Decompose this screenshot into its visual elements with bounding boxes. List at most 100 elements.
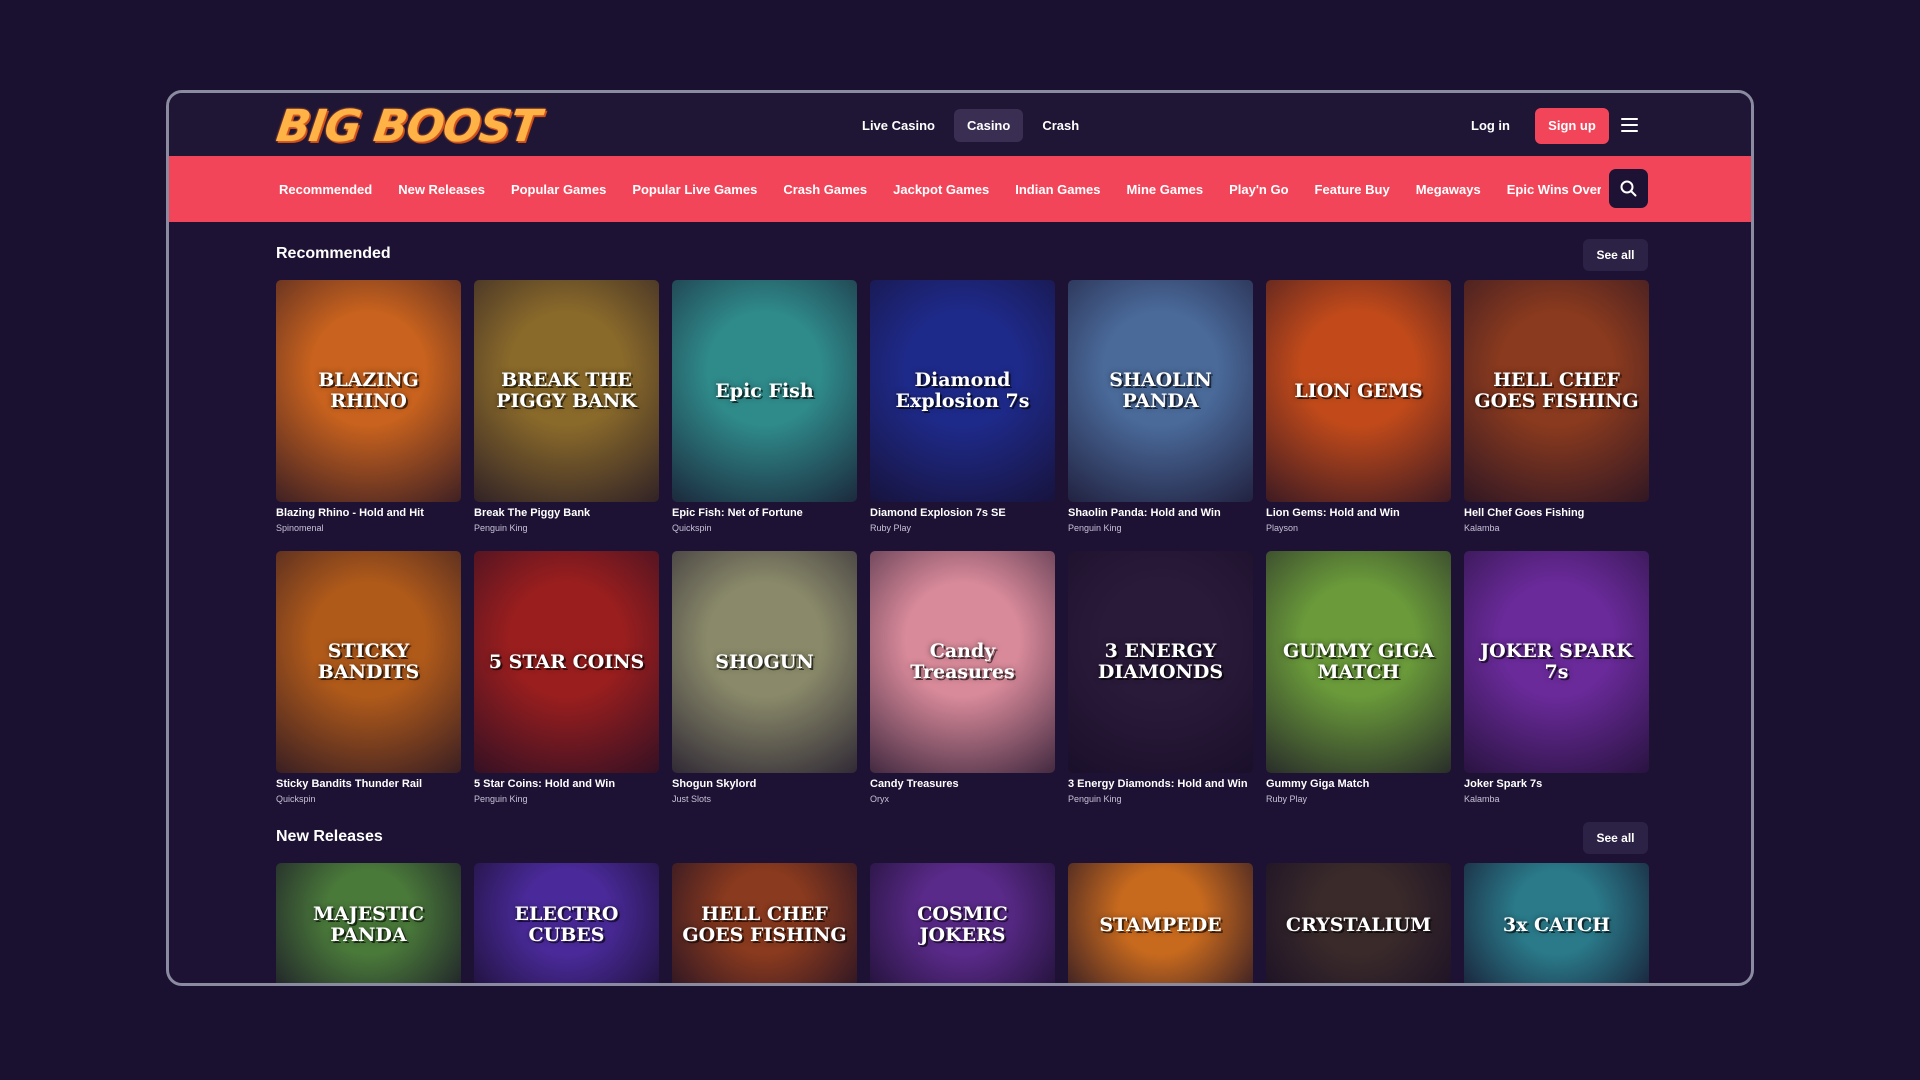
game-thumbnail[interactable]: 3x CATCH <box>1464 863 1649 983</box>
game-title[interactable]: Hell Chef Goes Fishing <box>1464 507 1649 519</box>
category-playn-go[interactable]: Play'n Go <box>1229 182 1288 197</box>
nav-crash[interactable]: Crash <box>1029 109 1092 142</box>
see-all-recommended-button[interactable]: See all <box>1583 239 1648 271</box>
game-thumbnail[interactable]: 3 ENERGY DIAMONDS <box>1068 551 1253 773</box>
game-logo-art: BLAZING RHINO <box>318 369 419 412</box>
game-logo-art: 3 ENERGY DIAMONDS <box>1097 640 1224 683</box>
category-feature-buy[interactable]: Feature Buy <box>1315 182 1390 197</box>
game-title[interactable]: 3 Energy Diamonds: Hold and Win <box>1068 778 1253 790</box>
game-thumbnail[interactable]: COSMIC JOKERS <box>870 863 1055 983</box>
game-logo-art: STICKY BANDITS <box>317 640 420 683</box>
game-title[interactable]: Epic Fish: Net of Fortune <box>672 507 857 519</box>
game-thumbnail[interactable]: Diamond Explosion 7s <box>870 280 1055 502</box>
category-jackpot-games[interactable]: Jackpot Games <box>893 182 989 197</box>
category-bar: Recommended New Releases Popular Games P… <box>169 156 1751 222</box>
game-title[interactable]: Candy Treasures <box>870 778 1055 790</box>
game-logo-art: 5 STAR COINS <box>488 650 645 673</box>
game-card[interactable]: HELL CHEF GOES FISHING Hell Chef Goes Fis… <box>1464 280 1649 533</box>
category-popular-games[interactable]: Popular Games <box>511 182 606 197</box>
game-thumbnail[interactable]: BLAZING RHINO <box>276 280 461 502</box>
game-thumbnail[interactable]: SHAOLIN PANDA <box>1068 280 1253 502</box>
game-thumbnail[interactable]: HELL CHEF GOES FISHING <box>1464 280 1649 502</box>
game-logo-art: JOKER SPARK 7s <box>1480 640 1633 683</box>
login-button[interactable]: Log in <box>1471 118 1510 133</box>
category-indian-games[interactable]: Indian Games <box>1015 182 1100 197</box>
game-logo-art: ELECTRO CUBES <box>514 903 619 946</box>
game-provider: Penguin King <box>1068 523 1122 533</box>
game-thumbnail[interactable]: 5 STAR COINS <box>474 551 659 773</box>
game-title[interactable]: 5 Star Coins: Hold and Win <box>474 778 659 790</box>
game-card[interactable]: BLAZING RHINO Blazing Rhino - Hold and Hi… <box>276 280 461 533</box>
game-card[interactable]: SHAOLIN PANDA Shaolin Panda: Hold and Win… <box>1068 280 1253 533</box>
new-releases-row: MAJESTIC PANDA ELECTRO CUBES HELL CHEF GOE… <box>276 863 1649 983</box>
game-logo-art: SHAOLIN PANDA <box>1109 369 1212 412</box>
category-epic-wins[interactable]: Epic Wins Over 10,000x <box>1507 182 1601 197</box>
game-provider: Playson <box>1266 523 1299 533</box>
game-provider: Penguin King <box>474 794 528 804</box>
game-card[interactable]: STICKY BANDITS Sticky Bandits Thunder Rai… <box>276 551 461 804</box>
game-card[interactable]: Diamond Explosion 7s Diamond Explosion 7s… <box>870 280 1055 533</box>
game-card[interactable]: Candy Treasures Candy Treasures Oryx <box>870 551 1055 804</box>
game-thumbnail[interactable]: Candy Treasures <box>870 551 1055 773</box>
category-megaways[interactable]: Megaways <box>1416 182 1481 197</box>
top-header: BIG BOOST Live Casino Casino Crash Log i… <box>169 93 1751 156</box>
game-title[interactable]: Lion Gems: Hold and Win <box>1266 507 1451 519</box>
game-card[interactable]: BREAK THE PIGGY BANK Break The Piggy Bank… <box>474 280 659 533</box>
game-provider: Kalamba <box>1464 523 1500 533</box>
game-logo-art: Epic Fish <box>715 379 814 402</box>
game-title[interactable]: Sticky Bandits Thunder Rail <box>276 778 461 790</box>
game-thumbnail[interactable]: STICKY BANDITS <box>276 551 461 773</box>
signup-button[interactable]: Sign up <box>1535 108 1609 144</box>
game-thumbnail[interactable]: Epic Fish <box>672 280 857 502</box>
search-button[interactable] <box>1609 169 1648 208</box>
category-list: Recommended New Releases Popular Games P… <box>279 156 1601 222</box>
game-title[interactable]: Blazing Rhino - Hold and Hit <box>276 507 461 519</box>
game-thumbnail[interactable]: ELECTRO CUBES <box>474 863 659 983</box>
game-thumbnail[interactable]: MAJESTIC PANDA <box>276 863 461 983</box>
game-thumbnail[interactable]: CRYSTALIUM <box>1266 863 1451 983</box>
game-thumbnail[interactable]: LION GEMS <box>1266 280 1451 502</box>
game-title[interactable]: Shogun Skylord <box>672 778 857 790</box>
game-card[interactable]: COSMIC JOKERS <box>870 863 1055 983</box>
game-card[interactable]: 3x CATCH <box>1464 863 1649 983</box>
nav-casino[interactable]: Casino <box>953 109 1024 142</box>
category-new-releases[interactable]: New Releases <box>398 182 485 197</box>
game-card[interactable]: 3 ENERGY DIAMONDS 3 Energy Diamonds: Hold… <box>1068 551 1253 804</box>
game-thumbnail[interactable]: STAMPEDE <box>1068 863 1253 983</box>
game-title[interactable]: Diamond Explosion 7s SE <box>870 507 1055 519</box>
game-thumbnail[interactable]: GUMMY GIGA MATCH <box>1266 551 1451 773</box>
game-card[interactable]: GUMMY GIGA MATCH Gummy Giga Match Ruby Pla… <box>1266 551 1451 804</box>
game-card[interactable]: Epic Fish Epic Fish: Net of Fortune Quicks… <box>672 280 857 533</box>
nav-live-casino[interactable]: Live Casino <box>849 109 948 142</box>
see-all-new-releases-button[interactable]: See all <box>1583 822 1648 854</box>
game-thumbnail[interactable]: HELL CHEF GOES FISHING <box>672 863 857 983</box>
category-mine-games[interactable]: Mine Games <box>1127 182 1204 197</box>
category-crash-games[interactable]: Crash Games <box>783 182 867 197</box>
hamburger-menu-icon[interactable] <box>1621 118 1638 132</box>
game-logo-art: BREAK THE PIGGY BANK <box>496 369 637 412</box>
game-thumbnail[interactable]: JOKER SPARK 7s <box>1464 551 1649 773</box>
game-thumbnail[interactable]: SHOGUN <box>672 551 857 773</box>
game-provider: Just Slots <box>672 794 712 804</box>
game-card[interactable]: STAMPEDE <box>1068 863 1253 983</box>
game-card[interactable]: CRYSTALIUM <box>1266 863 1451 983</box>
game-title[interactable]: Gummy Giga Match <box>1266 778 1451 790</box>
game-logo-art: CRYSTALIUM <box>1285 913 1432 936</box>
category-popular-live-games[interactable]: Popular Live Games <box>632 182 757 197</box>
game-card[interactable]: SHOGUN Shogun Skylord Just Slots <box>672 551 857 804</box>
game-logo-art: SHOGUN <box>715 650 814 673</box>
game-title[interactable]: Joker Spark 7s <box>1464 778 1649 790</box>
brand-logo[interactable]: BIG BOOST <box>273 101 543 152</box>
game-title[interactable]: Break The Piggy Bank <box>474 507 659 519</box>
game-thumbnail[interactable]: BREAK THE PIGGY BANK <box>474 280 659 502</box>
game-title[interactable]: Shaolin Panda: Hold and Win <box>1068 507 1253 519</box>
game-logo-art: HELL CHEF GOES FISHING <box>682 903 847 946</box>
game-card[interactable]: HELL CHEF GOES FISHING <box>672 863 857 983</box>
game-provider: Oryx <box>870 794 889 804</box>
game-card[interactable]: JOKER SPARK 7s Joker Spark 7s Kalamba <box>1464 551 1649 804</box>
category-recommended[interactable]: Recommended <box>279 182 372 197</box>
game-card[interactable]: 5 STAR COINS 5 Star Coins: Hold and Win Pe… <box>474 551 659 804</box>
game-card[interactable]: ELECTRO CUBES <box>474 863 659 983</box>
game-card[interactable]: LION GEMS Lion Gems: Hold and Win Playson <box>1266 280 1451 533</box>
game-card[interactable]: MAJESTIC PANDA <box>276 863 461 983</box>
